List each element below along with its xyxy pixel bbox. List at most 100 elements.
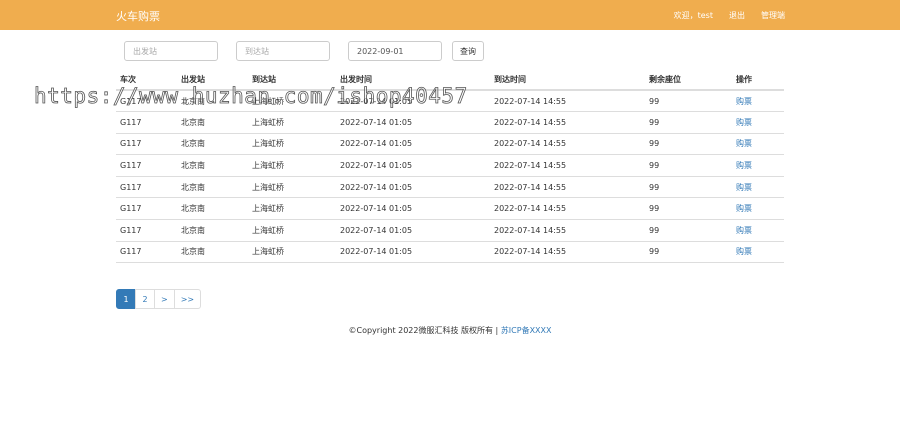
depart-time-cell: 2022-07-14 01:05 — [336, 197, 490, 221]
train-no-cell: G117 — [116, 197, 177, 221]
pagination: 1 2 > >> — [116, 289, 202, 309]
table-row: G117 北京南 上海虹桥 2022-07-14 01:05 2022-07-14 14… — [116, 176, 784, 199]
action-cell: 购票 — [732, 90, 784, 113]
to-station-cell: 上海虹桥 — [248, 133, 336, 156]
action-cell: 购票 — [732, 154, 784, 177]
buy-ticket-link[interactable]: 购票 — [736, 118, 752, 127]
date-input[interactable] — [348, 41, 442, 61]
action-cell: 购票 — [732, 219, 784, 242]
buy-ticket-link[interactable]: 购票 — [736, 247, 752, 256]
page-2-button[interactable]: 2 — [135, 289, 155, 309]
buy-ticket-link[interactable]: 购票 — [736, 204, 752, 213]
from-station-cell: 北京南 — [177, 111, 248, 134]
header-arrive-time: 到达时间 — [490, 70, 645, 91]
icp-link[interactable]: 苏ICP备XXXX — [501, 326, 552, 335]
welcome-user-link[interactable]: 欢迎，test — [674, 10, 713, 21]
remaining-seats-cell: 99 — [645, 111, 732, 134]
depart-time-cell: 2022-07-14 01:05 — [336, 176, 490, 199]
arrive-time-cell: 2022-07-14 14:55 — [490, 219, 645, 242]
action-cell: 购票 — [732, 111, 784, 134]
arrive-time-cell: 2022-07-14 14:55 — [490, 197, 645, 221]
arrive-time-cell: 2022-07-14 14:55 — [490, 111, 645, 134]
depart-time-cell: 2022-07-14 01:05 — [336, 241, 490, 264]
action-cell: 购票 — [732, 176, 784, 199]
buy-ticket-link[interactable]: 购票 — [736, 139, 752, 148]
remaining-seats-cell: 99 — [645, 176, 732, 199]
buy-ticket-link[interactable]: 购票 — [736, 183, 752, 192]
train-no-cell: G117 — [116, 154, 177, 177]
table-row: G117 北京南 上海虹桥 2022-07-14 01:05 2022-07-14 14… — [116, 197, 784, 221]
train-no-cell: G117 — [116, 176, 177, 199]
table-row: G117 北京南 上海虹桥 2022-07-14 01:05 2022-07-14 14… — [116, 241, 784, 264]
to-station-cell: 上海虹桥 — [248, 90, 336, 113]
brand-title[interactable]: 火车购票 — [116, 8, 160, 24]
to-station-cell: 上海虹桥 — [248, 241, 336, 264]
depart-time-cell: 2022-07-14 01:05 — [336, 133, 490, 156]
buy-ticket-link[interactable]: 购票 — [736, 161, 752, 170]
action-cell: 购票 — [732, 133, 784, 156]
train-no-cell: G117 — [116, 133, 177, 156]
buy-ticket-link[interactable]: 购票 — [736, 97, 752, 106]
page-1-button[interactable]: 1 — [116, 289, 136, 309]
from-station-cell: 北京南 — [177, 197, 248, 221]
from-station-cell: 北京南 — [177, 176, 248, 199]
depart-time-cell: 2022-07-14 01:05 — [336, 111, 490, 134]
copyright-text: ©Copyright 2022微服汇科技 版权所有 | — [348, 326, 501, 335]
header-remaining-seats: 剩余座位 — [645, 70, 732, 91]
ticket-table: 车次 出发站 到达站 出发时间 到达时间 剩余座位 操作 G117 北京南 上海虹桥… — [116, 70, 784, 264]
remaining-seats-cell: 99 — [645, 90, 732, 113]
arrive-time-cell: 2022-07-14 14:55 — [490, 90, 645, 113]
nav-links: 欢迎，test 退出 管理端 — [674, 10, 785, 21]
footer: ©Copyright 2022微服汇科技 版权所有 | 苏ICP备XXXX — [0, 325, 900, 336]
header-depart-time: 出发时间 — [336, 70, 490, 91]
action-cell: 购票 — [732, 241, 784, 264]
from-station-cell: 北京南 — [177, 241, 248, 264]
to-station-cell: 上海虹桥 — [248, 219, 336, 242]
arrive-time-cell: 2022-07-14 14:55 — [490, 176, 645, 199]
to-station-cell: 上海虹桥 — [248, 176, 336, 199]
to-station-cell: 上海虹桥 — [248, 111, 336, 134]
to-station-cell: 上海虹桥 — [248, 197, 336, 221]
table-row: G117 北京南 上海虹桥 2022-07-14 01:05 2022-07-14 14… — [116, 133, 784, 156]
from-station-cell: 北京南 — [177, 154, 248, 177]
table-row: G117 北京南 上海虹桥 2022-07-14 01:05 2022-07-14 14… — [116, 154, 784, 177]
from-station-cell: 北京南 — [177, 90, 248, 113]
admin-link[interactable]: 管理端 — [761, 10, 785, 21]
remaining-seats-cell: 99 — [645, 219, 732, 242]
logout-link[interactable]: 退出 — [729, 10, 745, 21]
remaining-seats-cell: 99 — [645, 133, 732, 156]
table-body: G117 北京南 上海虹桥 2022-07-14 01:05 2022-07-14 14… — [116, 90, 784, 264]
buy-ticket-link[interactable]: 购票 — [736, 226, 752, 235]
table-row: G117 北京南 上海虹桥 2022-07-14 01:05 2022-07-14 14… — [116, 219, 784, 242]
header-to-station: 到达站 — [248, 70, 336, 91]
remaining-seats-cell: 99 — [645, 154, 732, 177]
depart-time-cell: 2022-07-14 01:05 — [336, 219, 490, 242]
query-button[interactable]: 查询 — [452, 41, 484, 61]
to-station-input[interactable] — [236, 41, 330, 61]
header-train-no: 车次 — [116, 70, 177, 91]
depart-time-cell: 2022-07-14 01:05 — [336, 154, 490, 177]
arrive-time-cell: 2022-07-14 14:55 — [490, 133, 645, 156]
from-station-cell: 北京南 — [177, 133, 248, 156]
action-cell: 购票 — [732, 197, 784, 221]
depart-time-cell: 2022-07-14 01:05 — [336, 90, 490, 113]
top-navbar: 火车购票 欢迎，test 退出 管理端 — [0, 0, 900, 30]
table-row: G117 北京南 上海虹桥 2022-07-14 01:05 2022-07-14 14… — [116, 90, 784, 113]
last-page-button[interactable]: >> — [173, 289, 202, 309]
header-action: 操作 — [732, 70, 784, 91]
from-station-input[interactable] — [124, 41, 218, 61]
arrive-time-cell: 2022-07-14 14:55 — [490, 154, 645, 177]
table-row: G117 北京南 上海虹桥 2022-07-14 01:05 2022-07-14 14… — [116, 111, 784, 134]
from-station-cell: 北京南 — [177, 219, 248, 242]
table-header-row: 车次 出发站 到达站 出发时间 到达时间 剩余座位 操作 — [116, 70, 784, 91]
train-no-cell: G117 — [116, 219, 177, 242]
to-station-cell: 上海虹桥 — [248, 154, 336, 177]
search-bar: 查询 — [124, 41, 484, 61]
arrive-time-cell: 2022-07-14 14:55 — [490, 241, 645, 264]
header-from-station: 出发站 — [177, 70, 248, 91]
train-no-cell: G117 — [116, 241, 177, 264]
remaining-seats-cell: 99 — [645, 241, 732, 264]
remaining-seats-cell: 99 — [645, 197, 732, 221]
train-no-cell: G117 — [116, 111, 177, 134]
next-page-button[interactable]: > — [154, 289, 175, 309]
